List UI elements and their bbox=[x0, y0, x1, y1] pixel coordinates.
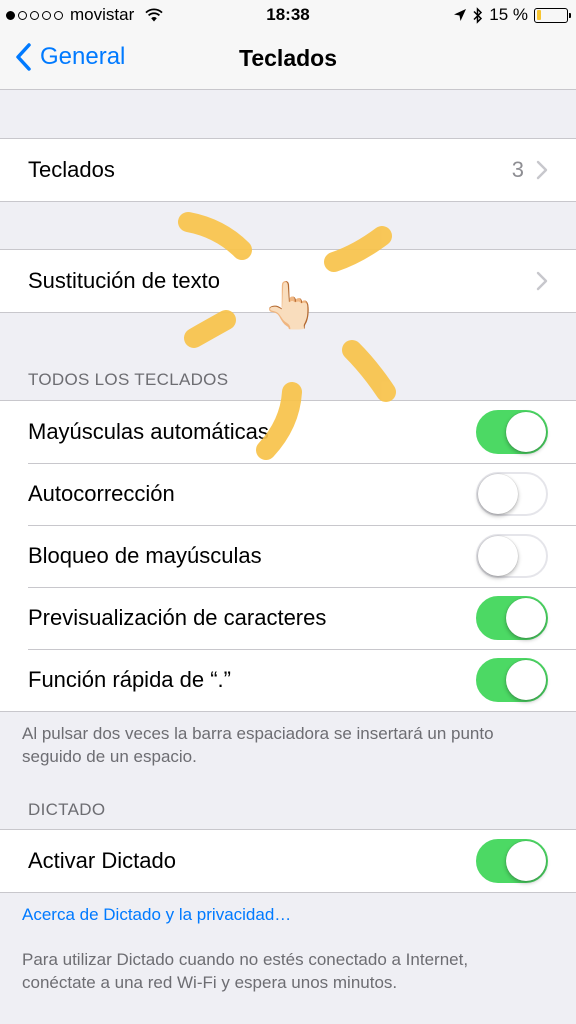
keyboard-option-label: Autocorrección bbox=[28, 481, 175, 506]
keyboards-count: 3 bbox=[511, 157, 524, 182]
dictation-row: Activar Dictado bbox=[0, 830, 576, 892]
text-replacement-group: Sustitución de texto bbox=[0, 249, 576, 313]
keyboard-option-label: Bloqueo de mayúsculas bbox=[28, 543, 262, 568]
toggle-knob bbox=[506, 841, 546, 881]
keyboards-label: Teclados bbox=[28, 157, 115, 182]
toggle-knob bbox=[506, 412, 546, 452]
keyboards-group: Teclados 3 bbox=[0, 138, 576, 202]
keyboard-option-toggle[interactable] bbox=[476, 596, 548, 640]
toggle-knob bbox=[478, 536, 518, 576]
toggle-knob bbox=[506, 660, 546, 700]
all-keyboards-header: TODOS LOS TECLADOS bbox=[28, 370, 229, 389]
keyboard-option-row: Bloqueo de mayúsculas bbox=[0, 525, 576, 587]
dictation-label: Activar Dictado bbox=[28, 848, 176, 873]
battery-percent: 15 % bbox=[489, 5, 528, 24]
keyboard-option-row: Autocorrección bbox=[0, 463, 576, 525]
keyboard-option-toggle[interactable] bbox=[476, 410, 548, 454]
toggle-knob bbox=[506, 598, 546, 638]
all-keyboards-group: Mayúsculas automáticas Autocorrección Bloq… bbox=[0, 400, 576, 712]
keyboard-option-label: Mayúsculas automáticas bbox=[28, 419, 269, 444]
dictation-privacy-link[interactable]: Acerca de Dictado y la privacidad… bbox=[22, 905, 291, 925]
toggle-knob bbox=[478, 474, 518, 514]
keyboard-option-row: Mayúsculas automáticas bbox=[0, 401, 576, 463]
dictation-toggle[interactable] bbox=[476, 839, 548, 883]
bluetooth-icon bbox=[473, 6, 483, 24]
battery-icon bbox=[534, 7, 571, 23]
keyboard-option-toggle[interactable] bbox=[476, 658, 548, 702]
keyboards-row[interactable]: Teclados 3 bbox=[0, 139, 576, 201]
keyboard-option-label: Previsualización de caracteres bbox=[28, 605, 327, 630]
chevron-right-icon bbox=[536, 271, 548, 291]
text-replacement-row[interactable]: Sustitución de texto bbox=[0, 250, 576, 312]
navigation-bar: General Teclados bbox=[0, 30, 576, 90]
page-title: Teclados bbox=[239, 45, 337, 71]
top-bar: movistar 18:38 15 % General Teclados bbox=[0, 0, 576, 90]
keyboard-option-toggle[interactable] bbox=[476, 472, 548, 516]
all-keyboards-footer: Al pulsar dos veces la barra espaciadora… bbox=[22, 724, 494, 766]
keyboard-option-row: Previsualización de caracteres bbox=[0, 587, 576, 649]
battery-fill bbox=[536, 10, 541, 20]
dictation-group: Activar Dictado bbox=[0, 829, 576, 893]
dictation-header: DICTADO bbox=[28, 800, 106, 819]
keyboards-settings-screen: movistar 18:38 15 % General Teclados Tec… bbox=[0, 0, 576, 1024]
keyboard-option-toggle[interactable] bbox=[476, 534, 548, 578]
text-replacement-label: Sustitución de texto bbox=[28, 268, 221, 293]
dictation-footer: Para utilizar Dictado cuando no estés co… bbox=[22, 950, 469, 992]
keyboard-option-row: Función rápida de “.” bbox=[0, 649, 576, 711]
status-bar: movistar 18:38 15 % bbox=[0, 0, 576, 30]
location-arrow-icon bbox=[454, 9, 467, 21]
chevron-right-icon bbox=[536, 160, 548, 180]
keyboard-option-label: Función rápida de “.” bbox=[28, 667, 231, 692]
status-right: 15 % bbox=[453, 5, 571, 25]
